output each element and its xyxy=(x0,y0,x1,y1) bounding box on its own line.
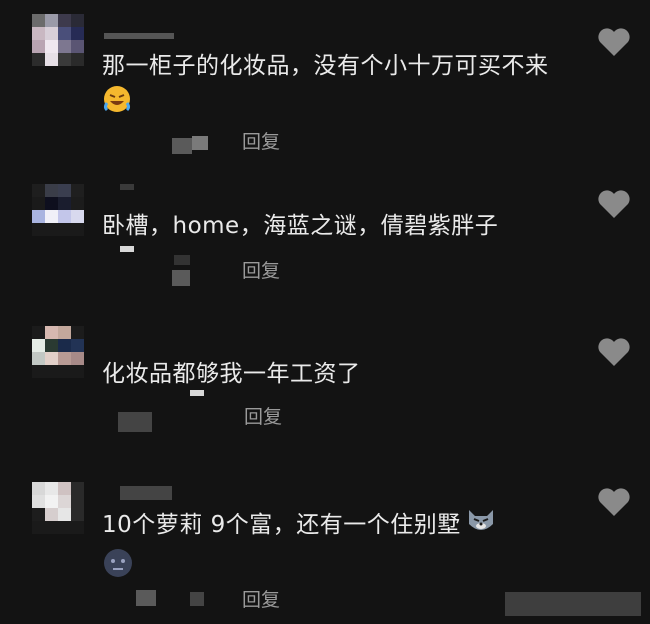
heart-icon[interactable] xyxy=(596,26,632,58)
heart-icon[interactable] xyxy=(596,336,632,368)
watermark-redacted xyxy=(505,592,641,616)
timestamp-redacted xyxy=(172,138,192,154)
reply-button[interactable]: 回复 xyxy=(242,585,280,612)
reply-button[interactable]: 回复 xyxy=(242,256,280,283)
timestamp-redacted xyxy=(136,590,156,606)
username-redacted[interactable] xyxy=(120,184,134,190)
timestamp-redacted xyxy=(190,592,204,606)
timestamp-redacted xyxy=(118,412,152,432)
comment-text: 那一柜子的化妆品，没有个小十万可买不来 xyxy=(102,48,572,125)
reply-button[interactable]: 回复 xyxy=(244,402,282,429)
timestamp-redacted xyxy=(192,136,208,150)
avatar[interactable] xyxy=(32,482,84,534)
rofl-emoji xyxy=(102,84,132,125)
avatar[interactable] xyxy=(32,184,84,236)
wolf-emoji xyxy=(465,504,497,547)
reply-button[interactable]: 回复 xyxy=(242,127,280,154)
heart-icon[interactable] xyxy=(596,486,632,518)
timestamp-redacted xyxy=(120,246,134,252)
comment-text: 10个萝莉 9个富，还有一个住别墅 xyxy=(102,504,572,590)
comment-text: 卧槽，home，海蓝之谜，倩碧紫胖子 xyxy=(102,213,499,239)
timestamp-redacted xyxy=(174,255,190,265)
comment-text: 化妆品都够我一年工资了 xyxy=(102,361,361,387)
username-redacted[interactable] xyxy=(120,486,172,500)
dark-face-emoji xyxy=(102,547,134,590)
avatar[interactable] xyxy=(32,14,84,66)
avatar[interactable] xyxy=(32,326,84,378)
username-redacted[interactable] xyxy=(104,33,174,39)
timestamp-redacted xyxy=(190,390,204,396)
heart-icon[interactable] xyxy=(596,188,632,220)
timestamp-redacted xyxy=(172,270,190,286)
